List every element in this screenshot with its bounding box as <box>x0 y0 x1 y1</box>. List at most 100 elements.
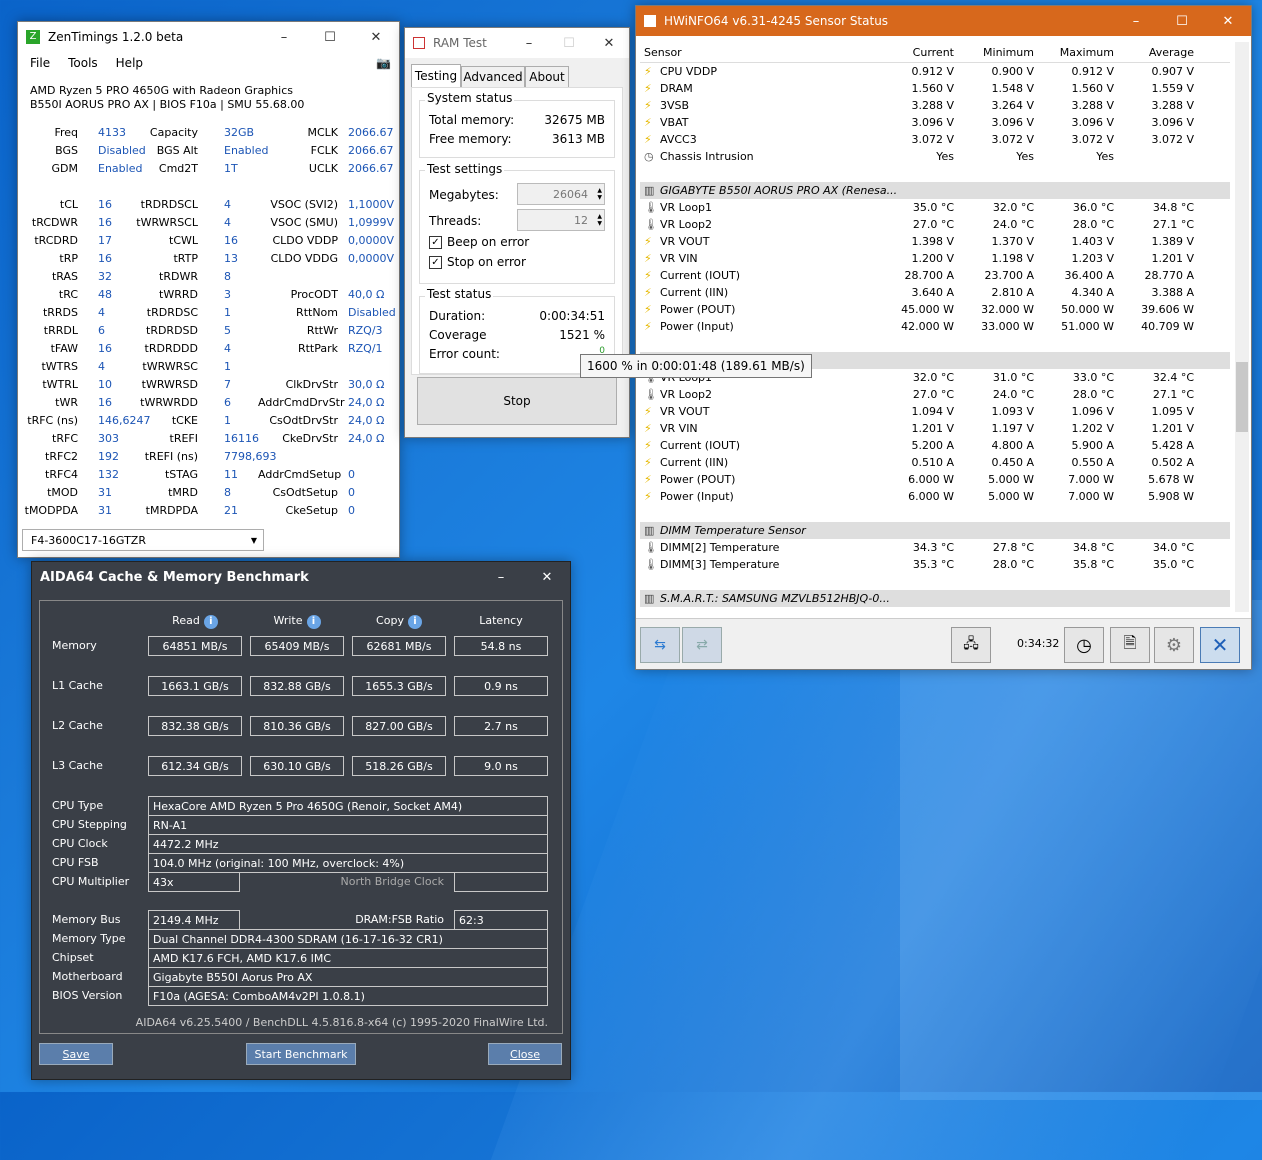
info-icon[interactable]: i <box>306 615 321 629</box>
exit-icon[interactable]: ✕ <box>1200 627 1240 663</box>
sensor-row[interactable]: 🌡 VR Loop1 35.0 °C 32.0 °C 36.0 °C 34.8 °C <box>640 199 1230 216</box>
timing-label: CkeSetup <box>285 504 338 517</box>
aida-titlebar[interactable]: AIDA64 Cache & Memory Benchmark – ✕ <box>32 562 570 592</box>
sensor-row[interactable]: ⚡ VR VIN 1.201 V 1.197 V 1.202 V 1.201 V <box>640 420 1230 437</box>
spinner-icon[interactable]: ▲ ▼ <box>597 213 602 227</box>
megabytes-input[interactable]: 26064 ▲ ▼ <box>517 183 605 205</box>
sensor-value: 0.502 A <box>1151 456 1194 469</box>
sensor-value: 1.403 V <box>1071 235 1114 248</box>
timing-label: tWRWRSC <box>142 360 198 373</box>
aida64-window[interactable]: AIDA64 Cache & Memory Benchmark – ✕ Read… <box>31 561 571 1080</box>
hwinfo-window[interactable]: HWiNFO64 v6.31-4245 Sensor Status – ☐ ✕ … <box>635 5 1252 670</box>
sensor-row[interactable]: ⚡ VBAT 3.096 V 3.096 V 3.096 V 3.096 V <box>640 114 1230 131</box>
timing-value: 40,0 Ω <box>348 288 385 301</box>
sensor-name: DRAM <box>660 82 693 95</box>
module-select[interactable]: F4-3600C17-16GTZR ▼ <box>22 529 264 551</box>
menu-tools[interactable]: Tools <box>68 56 98 70</box>
sensor-row[interactable]: ⚡ DRAM 1.560 V 1.548 V 1.560 V 1.559 V <box>640 80 1230 97</box>
network-icon[interactable]: 🖧 <box>951 627 991 663</box>
sensor-scrollbar[interactable] <box>1235 42 1249 612</box>
sensor-row[interactable]: ⚡ AVCC3 3.072 V 3.072 V 3.072 V 3.072 V <box>640 131 1230 148</box>
minimize-button[interactable]: – <box>1113 6 1159 36</box>
clock-icon[interactable]: ◷ <box>1064 627 1104 663</box>
minimize-button[interactable]: – <box>261 22 307 52</box>
sensor-row[interactable]: ⚡ 3VSB 3.288 V 3.264 V 3.288 V 3.288 V <box>640 97 1230 114</box>
ram-titlebar[interactable]: RAM Test – ☐ ✕ <box>405 28 629 58</box>
close-button[interactable]: ✕ <box>1205 6 1251 36</box>
tab-testing[interactable]: Testing <box>411 64 461 88</box>
sensor-row[interactable]: ⚡ Power (POUT) 45.000 W 32.000 W 50.000 W 39.… <box>640 301 1230 318</box>
sensor-row[interactable]: ⚡ VR VOUT 1.398 V 1.370 V 1.403 V 1.389 V <box>640 233 1230 250</box>
threads-input[interactable]: 12 ▲ ▼ <box>517 209 605 231</box>
timing-label: VSOC (SVI2) <box>270 198 338 211</box>
sensor-row[interactable]: ⚡ Current (IOUT) 5.200 A 4.800 A 5.900 A 5.42… <box>640 437 1230 454</box>
sensor-row[interactable]: 🌡 VR Loop2 27.0 °C 24.0 °C 28.0 °C 27.1 °C <box>640 216 1230 233</box>
col-current[interactable]: Current <box>913 46 954 59</box>
sensor-row[interactable]: ⚡ Current (IIN) 0.510 A 0.450 A 0.550 A 0.502… <box>640 454 1230 471</box>
sensor-row[interactable]: ⚡ Current (IIN) 3.640 A 2.810 A 4.340 A 3.388… <box>640 284 1230 301</box>
close-dialog-button[interactable]: Close <box>488 1043 562 1065</box>
sensor-row[interactable]: ⚡ Power (Input) 6.000 W 5.000 W 7.000 W 5.908… <box>640 488 1230 505</box>
sensor-row[interactable]: ⚡ Current (IOUT) 28.700 A 23.700 A 36.400 A 2… <box>640 267 1230 284</box>
sensor-section-header[interactable]: ▥ S.M.A.R.T.: SAMSUNG MZVLB512HBJQ-0... <box>640 590 1230 607</box>
sensor-row[interactable]: ⚡ CPU VDDP 0.912 V 0.900 V 0.912 V 0.907 V <box>640 63 1230 80</box>
sensor-row[interactable]: 🌡 DIMM[3] Temperature 35.3 °C 28.0 °C 35.8 °… <box>640 556 1230 573</box>
gear-icon[interactable]: ⚙ <box>1154 627 1194 663</box>
sensor-row[interactable]: 🌡 VR Loop2 27.0 °C 24.0 °C 28.0 °C 27.1 °C <box>640 386 1230 403</box>
sensor-name: CPU VDDP <box>660 65 717 78</box>
chevron-down-icon: ▼ <box>250 535 257 545</box>
camera-icon[interactable]: 📷 <box>376 56 391 70</box>
arrows-expand-icon[interactable]: ⇆ <box>640 627 680 663</box>
maximize-button[interactable]: ☐ <box>307 22 353 52</box>
close-button[interactable]: ✕ <box>589 28 629 58</box>
timing-label: RttPark <box>297 342 338 355</box>
spinner-icon[interactable]: ▲ ▼ <box>597 187 602 201</box>
beep-checkbox[interactable]: ✓ <box>429 235 442 249</box>
arrows-collapse-icon[interactable]: ⇄ <box>682 627 722 663</box>
stop-checkbox-row[interactable]: ✓ Stop on error <box>429 255 526 269</box>
col-maximum[interactable]: Maximum <box>1060 46 1114 59</box>
sensor-row[interactable] <box>640 505 1230 522</box>
close-button[interactable]: ✕ <box>353 22 399 52</box>
col-minimum[interactable]: Minimum <box>983 46 1034 59</box>
minimize-button[interactable]: – <box>478 562 524 592</box>
sensor-row[interactable]: 🌡 DIMM[2] Temperature 34.3 °C 27.8 °C 34.8 °… <box>640 539 1230 556</box>
sensor-row[interactable]: ⚡ Power (POUT) 6.000 W 5.000 W 7.000 W 5.678 … <box>640 471 1230 488</box>
start-benchmark-button[interactable]: Start Benchmark <box>246 1043 356 1065</box>
sensor-row[interactable] <box>640 165 1230 182</box>
zentimings-window[interactable]: Z ZenTimings 1.2.0 beta – ☐ ✕ File Tools… <box>17 21 400 558</box>
tab-advanced[interactable]: Advanced <box>461 66 525 88</box>
stop-button[interactable]: Stop <box>417 377 617 425</box>
sensor-row[interactable]: ◷ Chassis Intrusion Yes Yes Yes <box>640 148 1230 165</box>
hw-titlebar[interactable]: HWiNFO64 v6.31-4245 Sensor Status – ☐ ✕ <box>636 6 1251 36</box>
sensor-row[interactable]: ⚡ Power (Input) 42.000 W 33.000 W 51.000 W 40… <box>640 318 1230 335</box>
maximize-button[interactable]: ☐ <box>1159 6 1205 36</box>
zen-titlebar[interactable]: Z ZenTimings 1.2.0 beta – ☐ ✕ <box>18 22 399 52</box>
sensor-section-header[interactable]: ▥ GIGABYTE B550I AORUS PRO AX (Renesa... <box>640 182 1230 199</box>
sensor-row[interactable]: ⚡ VR VIN 1.200 V 1.198 V 1.203 V 1.201 V <box>640 250 1230 267</box>
sensor-value: 5.000 W <box>988 490 1034 503</box>
scrollbar-thumb[interactable] <box>1236 362 1248 432</box>
save-button[interactable]: Save <box>39 1043 113 1065</box>
menu-file[interactable]: File <box>30 56 50 70</box>
info-icon[interactable]: i <box>407 615 422 629</box>
sensor-row[interactable]: ⚡ VR VOUT 1.094 V 1.093 V 1.096 V 1.095 V <box>640 403 1230 420</box>
sensor-row[interactable] <box>640 573 1230 590</box>
close-button[interactable]: ✕ <box>524 562 570 592</box>
maximize-button[interactable]: ☐ <box>549 28 589 58</box>
tab-about[interactable]: About <box>525 66 569 88</box>
sensor-section-header[interactable]: ▥ DIMM Temperature Sensor <box>640 522 1230 539</box>
stop-on-error-checkbox[interactable]: ✓ <box>429 255 442 269</box>
timing-label: VSOC (SMU) <box>270 216 338 229</box>
info-icon[interactable]: i <box>203 615 218 629</box>
col-sensor[interactable]: Sensor <box>644 46 682 59</box>
minimize-button[interactable]: – <box>509 28 549 58</box>
menu-help[interactable]: Help <box>116 56 143 70</box>
timing-value: 0 <box>348 486 355 499</box>
sensor-row[interactable] <box>640 335 1230 352</box>
beep-checkbox-row[interactable]: ✓ Beep on error <box>429 235 529 249</box>
add-report-icon[interactable]: 🗎 <box>1110 627 1150 663</box>
sensor-value: 4.340 A <box>1071 286 1114 299</box>
info-label: CPU Type <box>52 799 104 812</box>
col-average[interactable]: Average <box>1149 46 1194 59</box>
